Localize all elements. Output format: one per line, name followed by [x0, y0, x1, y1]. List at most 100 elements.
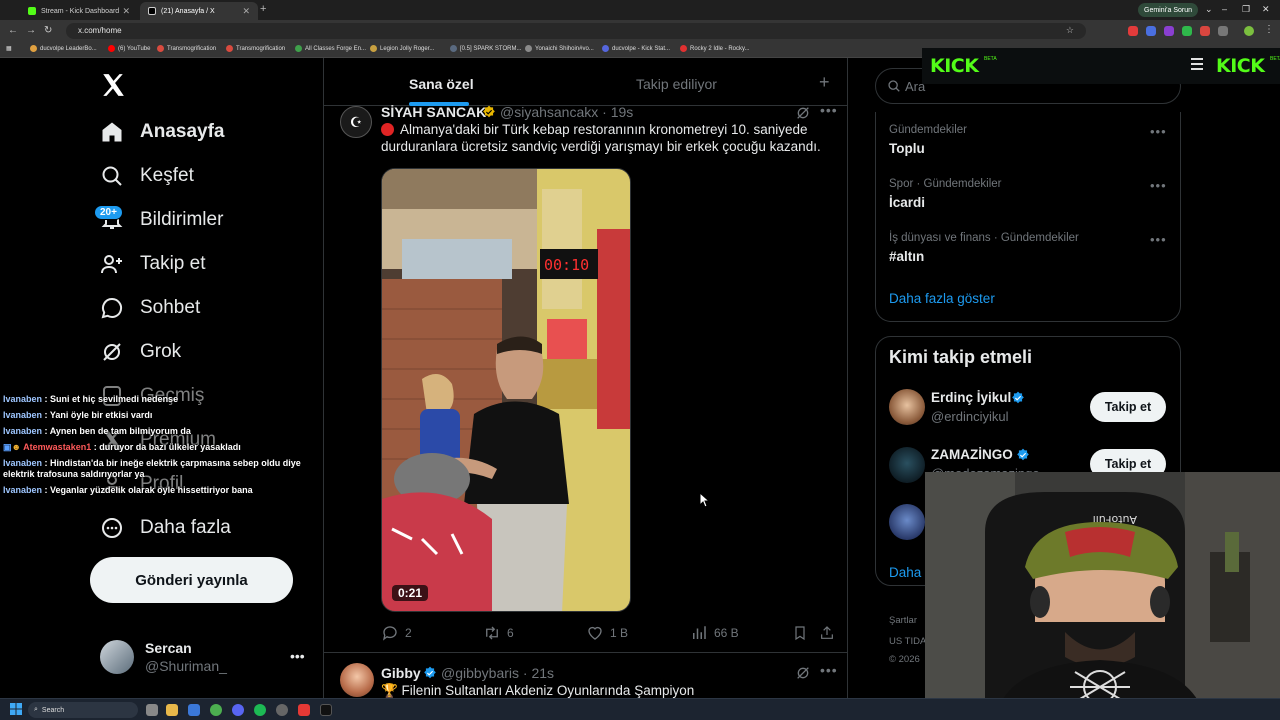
- taskbar-search[interactable]: ⌕ Search: [28, 702, 138, 718]
- like-button[interactable]: 1 B: [586, 624, 628, 642]
- back-icon[interactable]: ←: [8, 25, 18, 36]
- suggested-user-avatar[interactable]: [889, 504, 925, 540]
- add-feed-icon[interactable]: +: [819, 72, 830, 93]
- trend-more-icon[interactable]: •••: [1150, 124, 1167, 139]
- extensions-puzzle-icon[interactable]: [1218, 26, 1228, 36]
- bookmark-item[interactable]: Yonaichi Shihoin#vo...: [525, 45, 594, 52]
- post-more-icon[interactable]: •••: [820, 102, 838, 118]
- bookmark-item[interactable]: All Classes Forge En...: [295, 45, 366, 52]
- repost-button[interactable]: 6: [483, 624, 514, 642]
- task-view-icon[interactable]: [146, 704, 158, 716]
- post-author-name[interactable]: Gibby: [381, 665, 421, 681]
- bookmark-item[interactable]: Transmogrification: [226, 45, 285, 52]
- app-icon[interactable]: [188, 704, 200, 716]
- browser-tab-bar: Stream - Kick Dashboard ✕ (21) Anasayfa …: [0, 0, 1280, 20]
- nav-explore[interactable]: Keşfet: [100, 164, 194, 188]
- reply-button[interactable]: 2: [381, 624, 412, 642]
- nav-more[interactable]: Daha fazla: [100, 516, 231, 540]
- bookmark-item[interactable]: (6) YouTube: [108, 45, 150, 52]
- obs-icon[interactable]: [276, 704, 288, 716]
- kick-logo[interactable]: KICK: [1216, 55, 1265, 77]
- trend-name[interactable]: İcardi: [889, 195, 925, 210]
- bookmark-item[interactable]: Rocky 2 Idle - Rocky...: [680, 45, 750, 52]
- chrome-icon[interactable]: [210, 704, 222, 716]
- file-explorer-icon[interactable]: [166, 704, 178, 716]
- close-tab-icon[interactable]: ✕: [242, 6, 250, 17]
- nav-home[interactable]: Anasayfa: [100, 120, 225, 144]
- bookmark-item[interactable]: [0.5] SPARK STORM...: [450, 45, 521, 52]
- post-handle-time[interactable]: @siyahsancakx · 19s: [500, 104, 633, 120]
- suggested-user-avatar[interactable]: [889, 447, 925, 483]
- tab-following[interactable]: Takip ediliyor: [636, 76, 717, 92]
- bookmark-item[interactable]: Transmogrification: [157, 45, 216, 52]
- tab-for-you[interactable]: Sana özel: [409, 76, 474, 92]
- webcam-feed: AutoFull: [925, 472, 1280, 720]
- post-avatar[interactable]: ☪: [340, 106, 372, 138]
- follow-button[interactable]: Takip et: [1090, 392, 1166, 422]
- suggested-user-avatar[interactable]: [889, 389, 925, 425]
- post-video[interactable]: 00:10 0:21: [381, 168, 631, 612]
- hamburger-menu-icon[interactable]: [1190, 58, 1204, 70]
- post[interactable]: Gibby @gibbybaris · 21s ••• 🏆 Filenin Su…: [324, 652, 847, 698]
- post-handle-time[interactable]: @gibbybaris · 21s: [441, 665, 554, 681]
- post-more-icon[interactable]: •••: [820, 662, 838, 678]
- app-icon[interactable]: [298, 704, 310, 716]
- discord-icon[interactable]: [232, 704, 244, 716]
- bookmark-item[interactable]: ducvolpe - Kick Stat...: [602, 45, 670, 52]
- extension-icon[interactable]: [1164, 26, 1174, 36]
- spotify-icon[interactable]: [254, 704, 266, 716]
- extension-icon[interactable]: [1182, 26, 1192, 36]
- show-more-link[interactable]: Daha fazla göster: [889, 291, 995, 306]
- bookmark-button[interactable]: [792, 624, 814, 642]
- post-text: Almanya'daki bir Türk kebap restoranının…: [381, 121, 831, 155]
- gemini-button[interactable]: Gemini'a Sorun: [1138, 3, 1199, 17]
- browser-tab-x[interactable]: (21) Anasayfa / X ✕: [140, 2, 258, 20]
- trend-more-icon[interactable]: •••: [1150, 232, 1167, 247]
- views-button[interactable]: 66 B: [690, 624, 739, 642]
- account-more-icon[interactable]: •••: [290, 648, 305, 664]
- bookmark-item[interactable]: ducvolpe LeaderBo...: [30, 45, 97, 52]
- browser-tab-kick[interactable]: Stream - Kick Dashboard ✕: [20, 2, 138, 20]
- post-author-name[interactable]: SİYAH SANCAK: [381, 104, 486, 120]
- footer-link[interactable]: Şartlar: [889, 615, 917, 626]
- browser-menu-icon[interactable]: ⋮: [1264, 24, 1274, 35]
- footer-link[interactable]: US TIDA: [889, 636, 926, 647]
- reload-icon[interactable]: ↻: [44, 25, 52, 36]
- omnibox[interactable]: x.com/home ☆: [66, 23, 1086, 39]
- tab-search-icon[interactable]: ⌄: [1205, 4, 1213, 15]
- windows-start-icon[interactable]: [10, 703, 22, 715]
- forward-icon[interactable]: →: [26, 25, 36, 36]
- nav-follow[interactable]: Takip et: [100, 252, 205, 276]
- chat-text: : Hindistan'da bir ineğe elektrik çarpma…: [3, 458, 301, 479]
- extension-icon[interactable]: [1128, 26, 1138, 36]
- profile-avatar-icon[interactable]: [1244, 26, 1254, 36]
- trend-more-icon[interactable]: •••: [1150, 178, 1167, 193]
- search-icon: [100, 164, 124, 188]
- bookmark-item[interactable]: Legion Jolly Roger...: [370, 45, 434, 52]
- chat-badge-icon: ☻: [11, 442, 21, 452]
- bookmark-star-icon[interactable]: ☆: [1066, 25, 1074, 36]
- show-more-link[interactable]: Daha: [889, 565, 921, 580]
- restore-icon[interactable]: ❐: [1242, 4, 1250, 15]
- nav-chat[interactable]: Sohbet: [100, 296, 200, 320]
- trend-name[interactable]: #altın: [889, 249, 924, 264]
- new-tab-button[interactable]: +: [260, 3, 266, 15]
- suggested-user-name[interactable]: Erdinç İyikul: [931, 390, 1011, 405]
- apps-grid-icon[interactable]: ▦: [6, 45, 12, 52]
- x-logo-icon[interactable]: [100, 72, 126, 105]
- nav-grok[interactable]: Grok: [100, 340, 181, 364]
- account-avatar[interactable]: [100, 640, 134, 674]
- close-window-icon[interactable]: ✕: [1262, 4, 1270, 15]
- extension-icon[interactable]: [1200, 26, 1210, 36]
- share-button[interactable]: [819, 624, 841, 642]
- extension-icon[interactable]: [1146, 26, 1156, 36]
- tiktok-icon[interactable]: [320, 704, 332, 716]
- close-tab-icon[interactable]: ✕: [122, 6, 130, 17]
- suggested-user-name[interactable]: ZAMAZİNGO: [931, 447, 1013, 462]
- post-avatar[interactable]: [340, 663, 374, 697]
- minimize-icon[interactable]: –: [1222, 4, 1227, 14]
- kick-logo[interactable]: KICK: [930, 55, 979, 77]
- trend-name[interactable]: Toplu: [889, 141, 925, 156]
- grok-icon[interactable]: [795, 665, 811, 686]
- post-button[interactable]: Gönderi yayınla: [90, 557, 293, 603]
